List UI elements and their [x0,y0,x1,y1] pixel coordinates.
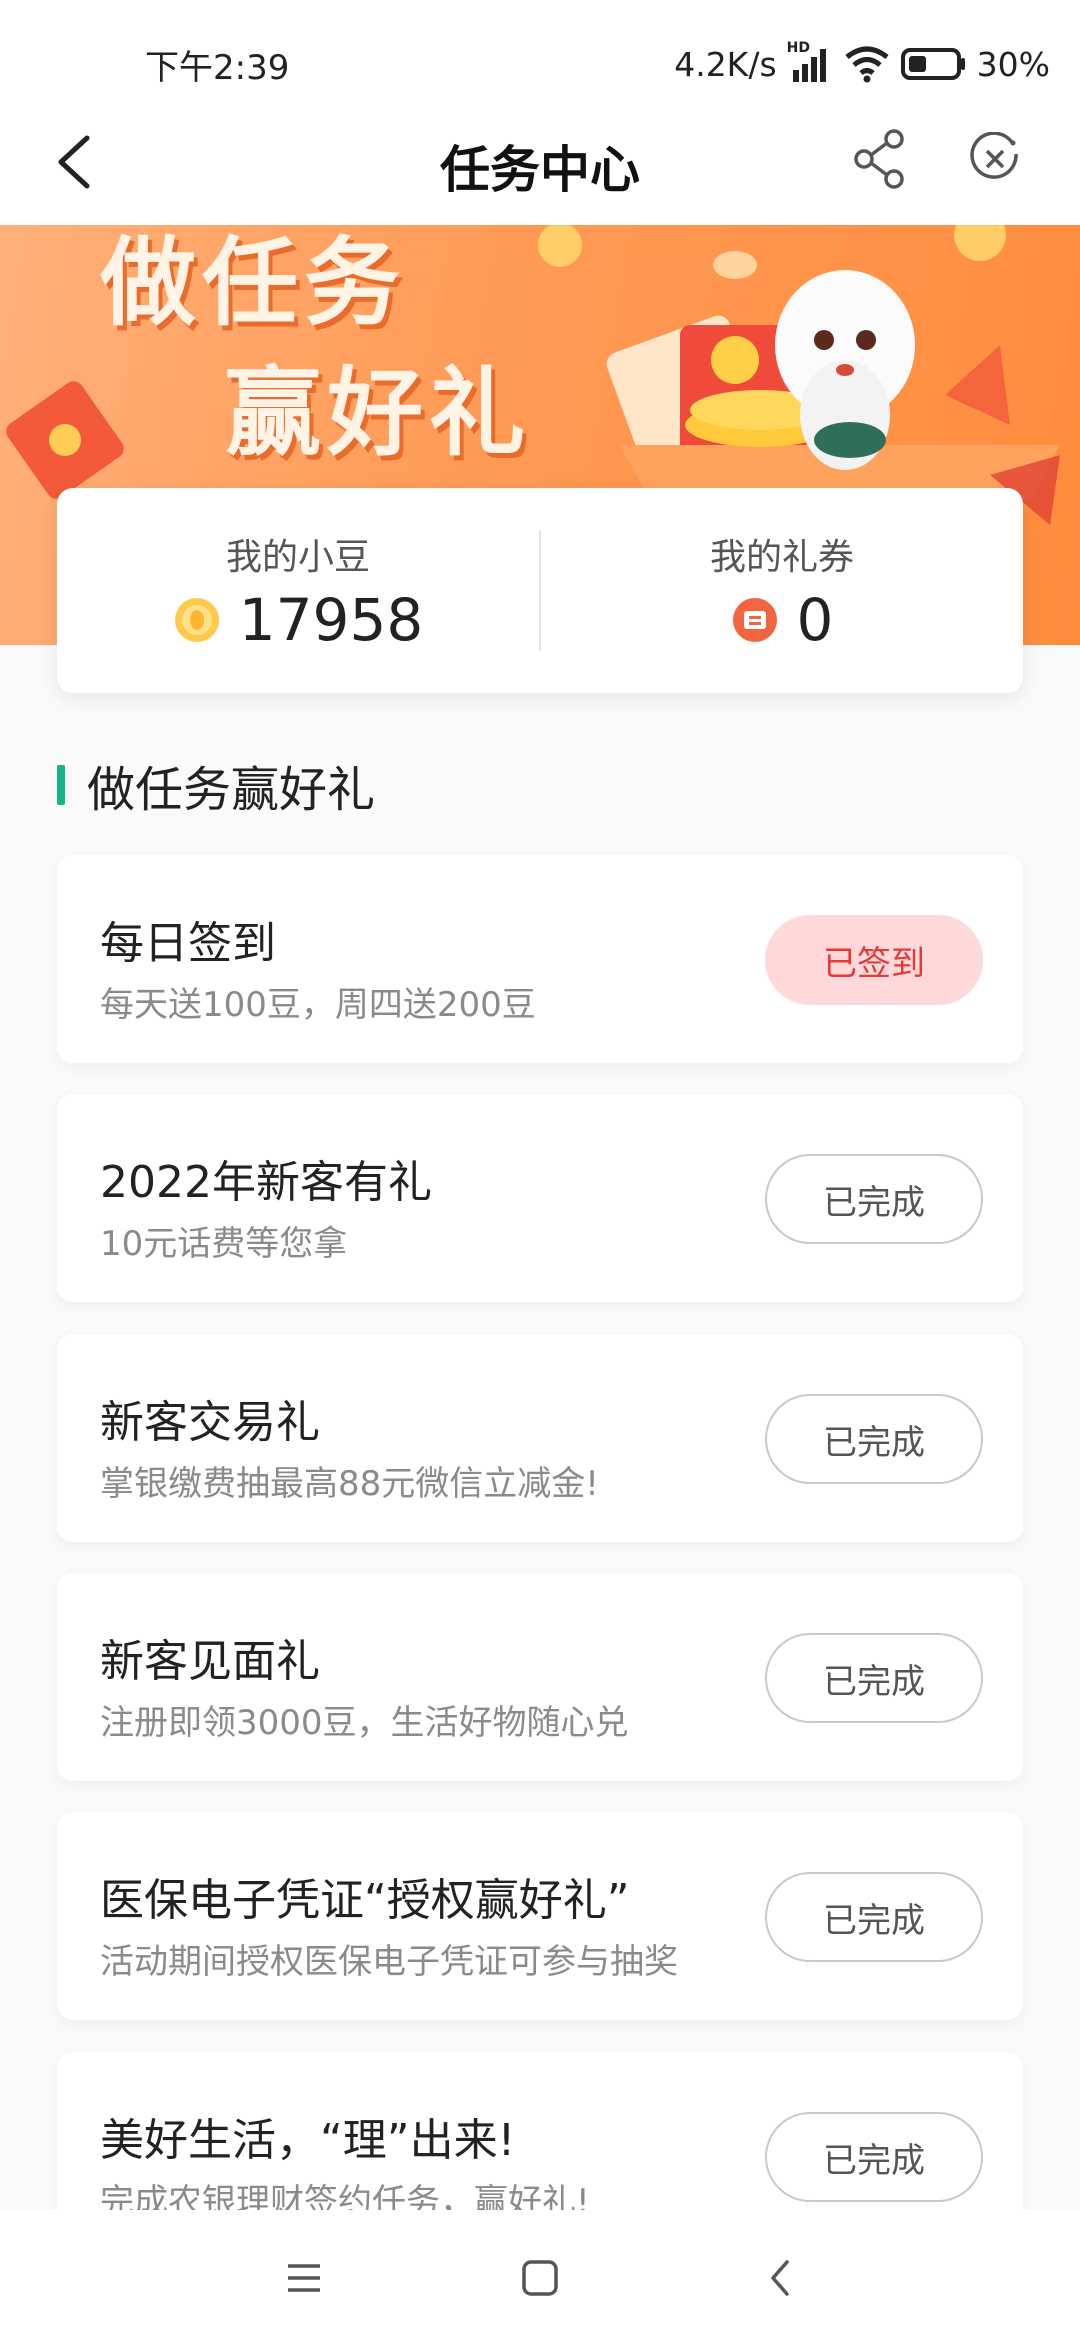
beans-label: 我的小豆 [225,536,370,578]
coupon-icon [732,597,777,642]
task-action-button[interactable]: 已完成 [765,1154,983,1244]
task-desc: 10元话费等您拿 [100,1224,348,1264]
share-icon [854,129,904,189]
section-accent-bar [57,765,65,805]
task-name: 新客见面礼 [100,1636,320,1687]
task-card[interactable]: 新客见面礼 注册即领3000豆，生活好物随心兑 已完成 [57,1573,1023,1781]
menu-icon [288,2264,320,2292]
task-card[interactable]: 美好生活，“理”出来! 完成农银理财签约任务，赢好礼! 已完成 [57,2052,1023,2222]
section-title: 做任务赢好礼 [87,762,376,818]
close-button[interactable] [960,124,1030,194]
network-type-label: HD [786,40,810,56]
my-coupons[interactable]: 我的礼券 0 [541,488,1023,693]
home-square-icon [522,2260,558,2296]
task-name: 新客交易礼 [100,1397,320,1448]
signal-icon: HD [787,40,833,84]
bean-coin-icon [174,597,219,642]
task-card[interactable]: 医保电子凭证“授权赢好礼” 活动期间授权医保电子凭证可参与抽奖 已完成 [57,1812,1023,2020]
share-button[interactable] [845,124,915,194]
banner-title-line2: 赢好礼 [225,357,531,469]
battery-icon [900,47,967,81]
task-desc: 每天送100豆，周四送200豆 [100,985,536,1025]
task-desc: 活动期间授权医保电子凭证可参与抽奖 [100,1942,678,1982]
status-indicators: 4.2K/s HD 30% [674,40,1050,88]
nav-bar: 任务中心 [0,100,1080,225]
task-action-button[interactable]: 已完成 [765,1394,983,1484]
wifi-icon [843,45,891,83]
page-title: 任务中心 [440,141,640,199]
home-button[interactable] [510,2248,570,2308]
network-speed: 4.2K/s [674,44,777,84]
task-name: 每日签到 [100,918,276,969]
battery-level: 30% [976,44,1050,84]
task-action-button[interactable]: 已完成 [765,2112,983,2202]
status-time: 下午2:39 [145,48,290,88]
task-desc: 注册即领3000豆，生活好物随心兑 [100,1703,629,1743]
task-name: 医保电子凭证“授权赢好礼” [100,1875,630,1926]
task-card[interactable]: 新客交易礼 掌银缴费抽最高88元微信立减金! 已完成 [57,1334,1023,1542]
close-circle-icon [970,132,1018,179]
task-action-button[interactable]: 已完成 [765,1633,983,1723]
task-desc: 掌银缴费抽最高88元微信立减金! [100,1464,599,1504]
menu-button[interactable] [274,2248,334,2308]
summary-card: 我的小豆 17958 我的礼券 0 [57,488,1023,693]
system-back-button[interactable] [750,2248,810,2308]
task-name: 美好生活，“理”出来! [100,2115,516,2166]
beans-value: 17958 [238,585,424,654]
system-nav-bar [0,2210,1080,2340]
back-chevron-icon [771,2260,789,2296]
task-action-button[interactable]: 已签到 [765,915,983,1005]
task-action-button[interactable]: 已完成 [765,1872,983,1962]
my-beans[interactable]: 我的小豆 17958 [57,488,539,693]
coupons-label: 我的礼券 [709,536,854,578]
banner-title-line1: 做任务 [100,227,406,339]
coupons-value: 0 [796,585,834,654]
task-name: 2022年新客有礼 [100,1157,432,1208]
task-card[interactable]: 2022年新客有礼 10元话费等您拿 已完成 [57,1094,1023,1302]
section-header: 做任务赢好礼 [57,755,375,818]
task-card[interactable]: 每日签到 每天送100豆，周四送200豆 已签到 [57,855,1023,1063]
